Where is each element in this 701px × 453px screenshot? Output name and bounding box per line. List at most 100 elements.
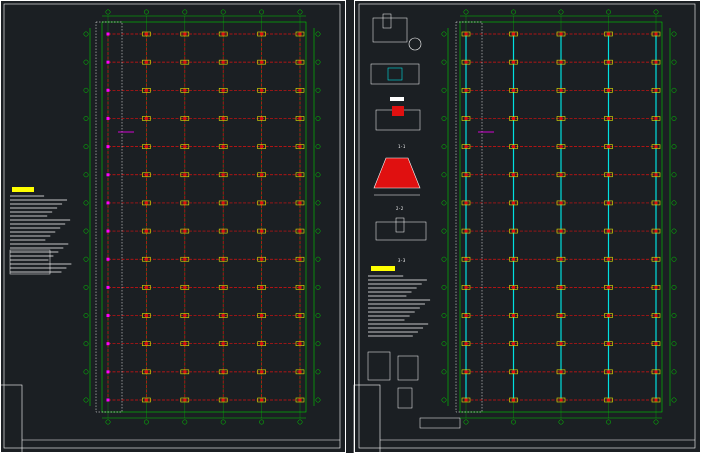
grid-bubble-bottom [259, 419, 265, 425]
column-base [221, 285, 225, 289]
section-2-label: 2-2 [396, 206, 404, 211]
detail-bottom-d [419, 417, 461, 429]
right-general-notes [368, 275, 431, 337]
column-base [464, 370, 468, 374]
grid-bubble-top [220, 9, 226, 15]
column-base [512, 314, 515, 318]
grid-bubble-right [671, 200, 677, 206]
left-notes-highlight [12, 187, 34, 192]
column-base [183, 314, 187, 318]
grid-bubble-bottom [653, 419, 659, 425]
column-base [512, 285, 515, 289]
column-base [298, 229, 302, 233]
detail-section-3 [375, 221, 427, 241]
column-base [464, 257, 468, 261]
column-base [654, 88, 658, 92]
column-base [298, 145, 302, 149]
grid-bubble-top [143, 9, 149, 15]
column-base [260, 229, 264, 233]
grid-bubble-right [671, 144, 677, 150]
column-base [183, 116, 187, 120]
column-base [183, 370, 187, 374]
right-detail-column: 1-1 2-2 3-3 [367, 13, 461, 429]
grid-bubble-bottom [297, 419, 303, 425]
column-base [512, 88, 515, 92]
column-base [512, 60, 515, 64]
grid-bubble-left [83, 59, 89, 65]
column-base [221, 201, 225, 205]
column-base [559, 257, 563, 261]
grid-bubble-top [182, 9, 188, 15]
column-base [144, 173, 148, 177]
column-base [559, 398, 563, 402]
left-sheet [0, 0, 346, 453]
grid-bubble-right [315, 200, 321, 206]
column-base [260, 201, 264, 205]
column-base [260, 342, 264, 346]
column-base [654, 32, 658, 36]
column-base [144, 88, 148, 92]
column-base [221, 257, 225, 261]
grid-bubble-left [83, 284, 89, 290]
detail-footing-plan [370, 63, 420, 85]
grid-bubble-left [83, 228, 89, 234]
column-base [298, 201, 302, 205]
grid-bubble-left [441, 172, 447, 178]
column-base [512, 145, 515, 149]
detail-section-2-footing [373, 157, 421, 189]
column-base [512, 32, 515, 36]
column-base [260, 257, 264, 261]
column-base [144, 314, 148, 318]
grid-bubble-left [83, 256, 89, 262]
column-base [144, 342, 148, 346]
column-base [654, 145, 658, 149]
column-base [221, 342, 225, 346]
grid-bubble-right [671, 228, 677, 234]
grid-bubble-left [441, 144, 447, 150]
detail-bottom-a [367, 351, 391, 381]
column-marker [106, 285, 110, 289]
column-base [512, 173, 515, 177]
grid-bubble-left [441, 228, 447, 234]
column-base [607, 314, 610, 318]
column-base [260, 314, 264, 318]
column-base [559, 201, 563, 205]
column-base [464, 145, 468, 149]
detail-bolt-circle [408, 37, 422, 51]
detail-column-stub [382, 13, 392, 29]
grid-bubble-bottom [182, 419, 188, 425]
grid-bubble-left [83, 397, 89, 403]
grid-bubble-right [315, 256, 321, 262]
column-base [464, 314, 468, 318]
column-base [298, 116, 302, 120]
grid-bubble-left [441, 397, 447, 403]
grid-bubble-left [441, 87, 447, 93]
detail-bottom-c [397, 387, 413, 409]
grid-bubble-top [463, 9, 469, 15]
detail-section-3-pedestal [395, 217, 405, 233]
column-base [183, 32, 187, 36]
column-base [183, 60, 187, 64]
column-base [260, 173, 264, 177]
column-base [559, 88, 563, 92]
detail-pedestal-plan [387, 67, 403, 81]
left-sheet-border [0, 0, 346, 453]
column-base [512, 116, 515, 120]
column-base [559, 314, 563, 318]
column-base [183, 285, 187, 289]
grid-bubble-right [315, 284, 321, 290]
right-title-block [353, 384, 381, 453]
grid-bubble-bottom [105, 419, 111, 425]
grid-bubble-right [671, 341, 677, 347]
column-base [298, 32, 302, 36]
column-marker [106, 116, 110, 120]
column-base [221, 116, 225, 120]
column-marker [106, 145, 110, 149]
grid-bubble-right [671, 31, 677, 37]
grid-bubble-left [83, 313, 89, 318]
column-base [298, 60, 302, 64]
column-base [144, 285, 148, 289]
section-1-tag [390, 97, 404, 101]
column-base [183, 257, 187, 261]
column-base [221, 370, 225, 374]
